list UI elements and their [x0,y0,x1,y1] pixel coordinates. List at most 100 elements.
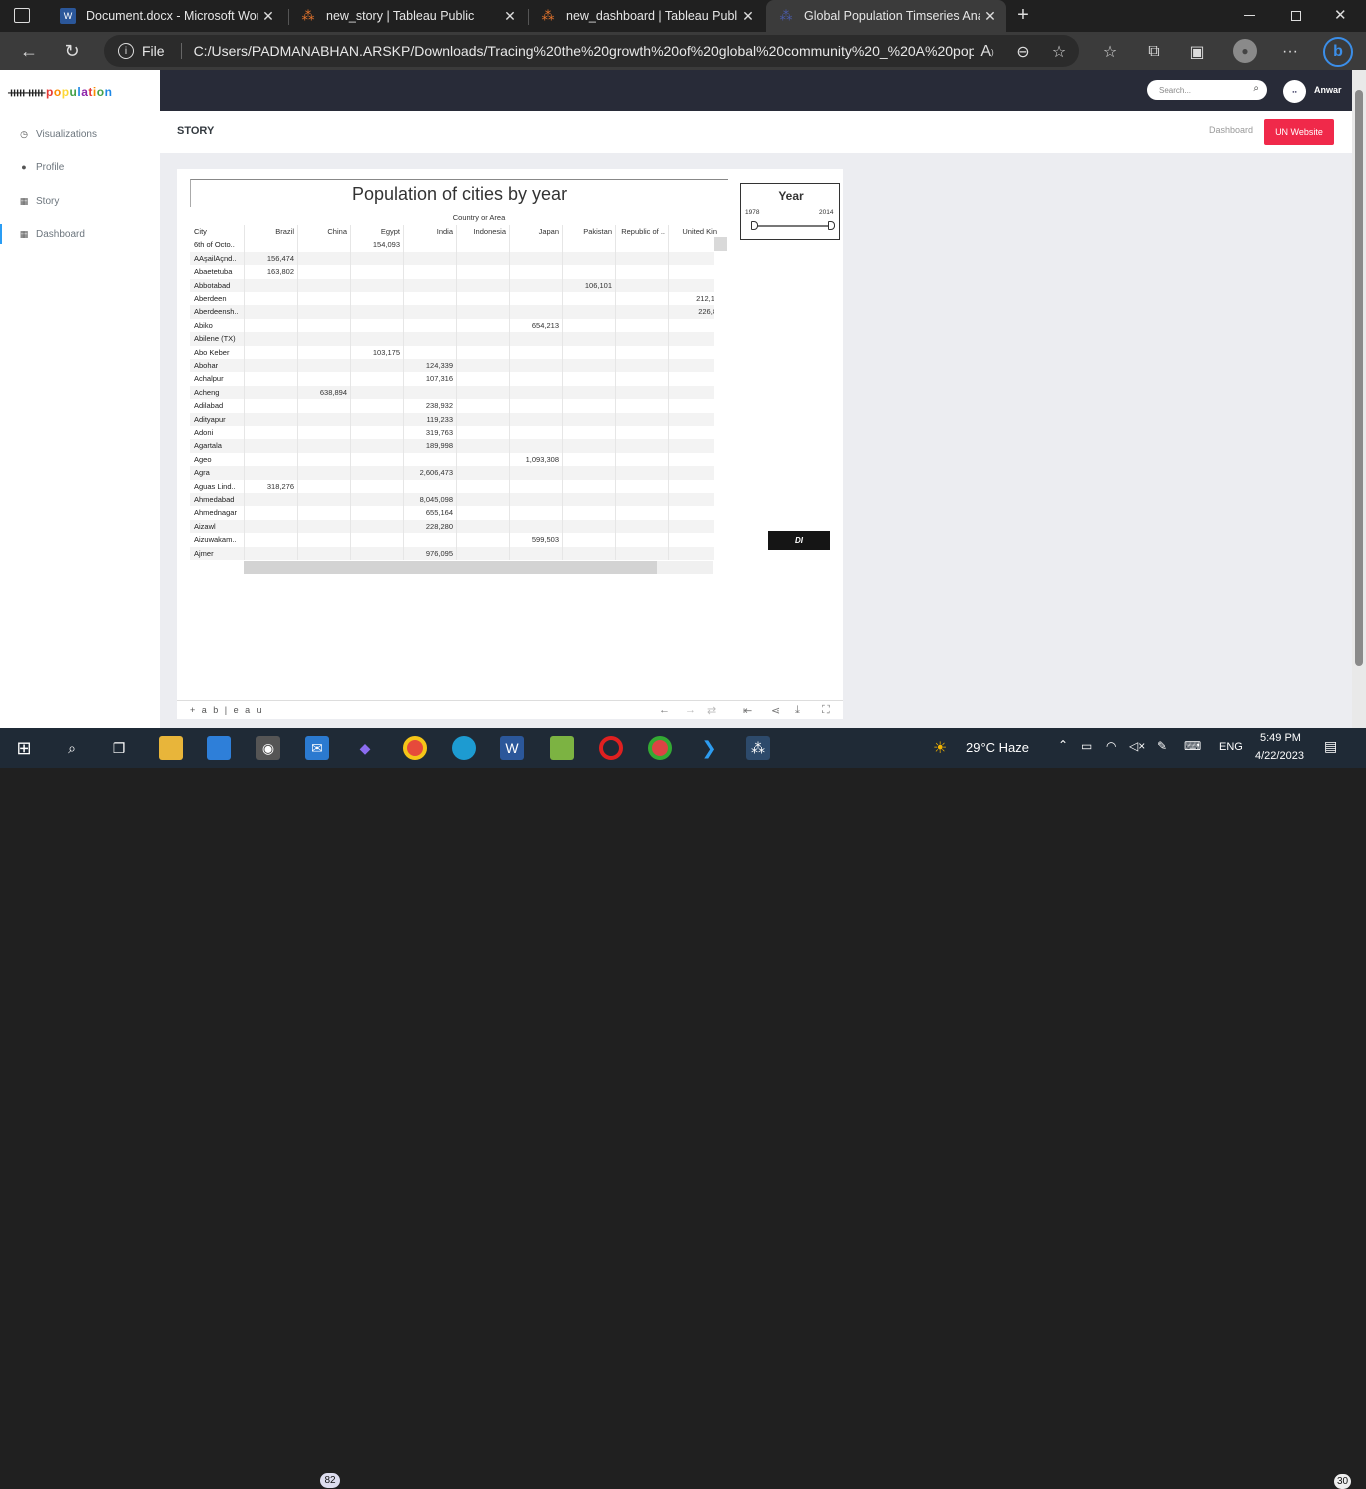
population-cell[interactable] [244,506,297,520]
population-cell[interactable]: 189,998 [403,439,456,453]
population-cell[interactable] [297,332,350,346]
population-cell[interactable] [509,426,562,440]
population-cell[interactable] [350,251,403,266]
population-cell[interactable] [403,452,456,467]
population-cell[interactable] [297,479,350,493]
chrome-icon[interactable] [403,736,427,760]
city-cell[interactable]: Ageo [190,453,244,466]
population-cell[interactable] [509,412,562,426]
population-cell[interactable]: 638,894 [297,385,350,400]
city-cell[interactable]: Aberdeensh.. [190,305,244,318]
population-cell[interactable] [615,519,668,534]
back-icon[interactable]: ← [14,36,44,66]
population-cell[interactable] [456,359,509,373]
camera-icon[interactable]: ◉ [256,736,280,760]
population-cell[interactable] [350,426,403,440]
population-cell[interactable] [668,412,720,426]
population-cell[interactable] [403,251,456,266]
population-cell[interactable] [562,238,615,252]
population-cell[interactable] [350,265,403,279]
population-cell[interactable] [509,372,562,386]
search-input[interactable]: Search... ⌕ [1147,80,1267,100]
population-cell[interactable] [456,506,509,520]
population-cell[interactable] [562,265,615,279]
population-cell[interactable] [297,305,350,319]
close-tab-icon[interactable]: ✕ [980,8,1000,25]
population-cell[interactable] [668,372,720,386]
population-cell[interactable] [562,332,615,346]
population-cell[interactable] [562,493,615,507]
mail-icon[interactable]: ✉ [305,736,329,760]
population-cell[interactable] [562,251,615,266]
population-cell[interactable] [562,546,615,560]
population-cell[interactable] [403,332,456,346]
population-cell[interactable] [350,332,403,346]
page-scroll-thumb[interactable] [1355,90,1363,666]
population-cell[interactable]: 319,763 [403,426,456,440]
tableau-app-icon[interactable]: ⁂ [746,736,770,760]
population-cell[interactable] [350,493,403,507]
population-cell[interactable] [244,426,297,440]
population-cell[interactable] [456,546,509,560]
weather-text[interactable]: 29°C Haze [966,740,1029,755]
population-cell[interactable] [244,412,297,426]
population-cell[interactable] [456,265,509,279]
share-icon[interactable]: ⋖ [771,704,780,717]
country-column-header[interactable]: China [297,225,350,239]
more-icon[interactable]: ··· [1279,41,1301,63]
search-icon[interactable]: ⌕ [1253,83,1259,94]
task-view-icon[interactable]: ❐ [107,736,131,760]
population-cell[interactable] [297,359,350,373]
population-cell[interactable] [456,278,509,292]
population-cell[interactable] [668,533,720,547]
population-cell[interactable] [297,519,350,534]
population-cell[interactable] [509,439,562,453]
population-cell[interactable]: 154,093 [350,238,403,252]
population-cell[interactable] [456,479,509,493]
population-cell[interactable] [244,278,297,292]
population-cell[interactable] [668,238,720,252]
population-cell[interactable] [244,466,297,480]
year-slider-start-handle[interactable] [751,221,758,230]
city-cell[interactable]: Aizawl [190,520,244,533]
population-cell[interactable] [615,412,668,426]
population-cell[interactable] [350,466,403,480]
population-cell[interactable] [403,533,456,547]
volume-icon[interactable]: ◁× [1129,739,1145,753]
population-cell[interactable] [350,533,403,547]
population-cell[interactable] [668,385,720,400]
population-cell[interactable] [350,278,403,292]
population-cell[interactable] [509,493,562,507]
population-cell[interactable] [562,452,615,467]
population-cell[interactable]: 976,095 [403,546,456,560]
population-cell[interactable] [668,546,720,560]
population-cell[interactable] [562,533,615,547]
battery-icon[interactable]: ▭ [1081,739,1092,753]
population-cell[interactable] [297,533,350,547]
population-cell[interactable] [509,265,562,279]
population-cell[interactable] [668,278,720,292]
population-cell[interactable]: 163,802 [244,265,297,279]
population-cell[interactable] [456,238,509,252]
country-column-header[interactable]: United Kin [668,225,720,239]
population-cell[interactable] [403,318,456,333]
city-cell[interactable]: Adoni [190,426,244,439]
population-cell[interactable] [562,466,615,480]
search-icon[interactable]: ⌕ [60,736,84,760]
edge-icon[interactable] [452,736,476,760]
population-cell[interactable] [244,439,297,453]
population-cell[interactable] [615,292,668,306]
population-cell[interactable] [244,305,297,319]
population-cell[interactable] [297,546,350,560]
population-cell[interactable] [562,479,615,493]
population-cell[interactable] [297,493,350,507]
sidebar-item-profile[interactable]: ● Profile [0,157,160,177]
notification-icon[interactable]: ▤ [1324,738,1337,755]
population-cell[interactable] [456,385,509,400]
population-cell[interactable] [456,399,509,413]
read-aloud-icon[interactable]: A) [976,41,998,63]
population-cell[interactable] [297,278,350,292]
city-cell[interactable]: AAşailAçnd.. [190,252,244,265]
population-cell[interactable] [562,426,615,440]
tab-new-dashboard[interactable]: ⁂ new_dashboard | Tableau Public ✕ [528,0,764,32]
